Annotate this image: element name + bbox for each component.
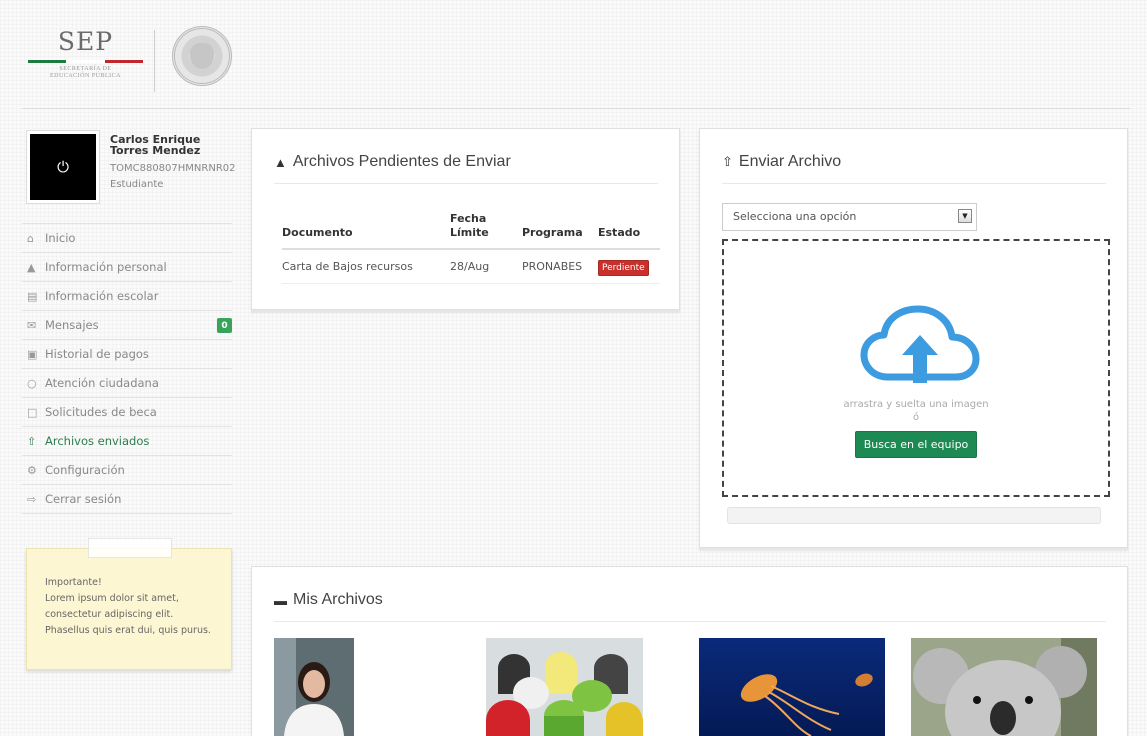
column-header: Programa <box>522 209 598 250</box>
sep-logo-subtitle-2: EDUCACIÓN PÚBLICA <box>49 73 121 79</box>
sidebar-item-label: Historial de pagos <box>45 347 149 361</box>
file-thumbnail-koala[interactable] <box>911 638 1097 736</box>
upload-icon: ⇧ <box>722 154 733 169</box>
sep-logo-text: SEP <box>57 27 114 56</box>
profile-name: Carlos Enrique Torres Mendez <box>110 133 201 157</box>
sep-logo-bars <box>28 60 143 63</box>
card-divider <box>274 621 1106 622</box>
pending-files-table: Documento Fecha Límite Programa Estado C… <box>282 209 660 284</box>
column-header: Estado <box>598 209 660 250</box>
cogs-icon: ⚙ <box>27 463 37 477</box>
note-line: consectetur adipiscing elit. <box>45 609 174 620</box>
mexico-seal-icon <box>172 26 232 86</box>
page-header: SEP SECRETARÍA DE EDUCACIÓN PÚBLICA <box>0 0 1147 110</box>
column-header: Fecha Límite <box>450 209 522 250</box>
file-thumbnail-photo[interactable] <box>274 638 354 736</box>
my-files-title-text: Mis Archivos <box>293 591 383 608</box>
card-divider <box>274 183 658 184</box>
dropzone-or: ó <box>912 412 920 423</box>
messages-count-badge: 0 <box>217 318 232 333</box>
sidebar-item-informacion-escolar[interactable]: ▤ Información escolar <box>22 282 232 311</box>
sidebar-item-label: Cerrar sesión <box>45 492 122 506</box>
sign-out-icon: ⇨ <box>27 492 37 506</box>
upload-file-title: ⇧ Enviar Archivo <box>722 153 841 171</box>
sidebar-item-solicitudes-beca[interactable]: □ Solicitudes de beca <box>22 398 232 427</box>
book-icon: ▤ <box>27 289 38 303</box>
status-badge: Perdiente <box>598 260 649 276</box>
sidebar-item-cerrar-sesion[interactable]: ⇨ Cerrar sesión <box>22 485 232 514</box>
power-icon: ⏻ <box>57 158 69 176</box>
card-divider <box>722 183 1106 184</box>
header-divider <box>22 108 1130 109</box>
file-thumbnail-android[interactable] <box>486 638 643 736</box>
sidebar-item-atencion-ciudadana[interactable]: ○ Atención ciudadana <box>22 369 232 398</box>
sticky-note: Importante! Lorem ipsum dolor sit amet, … <box>26 548 232 670</box>
cell-documento: Carta de Bajos recursos <box>282 249 450 284</box>
comments-icon: ○ <box>27 376 37 390</box>
browse-files-button[interactable]: Busca en el equipo <box>855 431 977 458</box>
warning-icon: ▲ <box>274 154 287 170</box>
upload-file-title-text: Enviar Archivo <box>738 153 842 170</box>
cell-estado: Perdiente <box>598 249 660 284</box>
note-line: Phasellus quis erat dui, quis purus. <box>45 625 211 636</box>
upload-file-card: ⇧ Enviar Archivo Selecciona una opción ▼… <box>699 128 1128 548</box>
sidebar-item-label: Solicitudes de beca <box>45 405 157 419</box>
select-value: Selecciona una opción <box>733 210 857 223</box>
cell-programa: PRONABES <box>522 249 598 284</box>
sidebar-item-label: Información personal <box>45 260 167 274</box>
folder-open-icon: ▬ <box>274 592 287 608</box>
sidebar-item-label: Configuración <box>45 463 125 477</box>
sidebar-nav: ⌂ Inicio ▲ Información personal ▤ Inform… <box>22 223 232 514</box>
profile-role: Estudiante <box>110 179 164 190</box>
sidebar-item-label: Inicio <box>45 231 76 245</box>
table-row[interactable]: Carta de Bajos recursos 28/Aug PRONABES … <box>282 249 660 284</box>
document-type-select[interactable]: Selecciona una opción ▼ <box>722 203 977 231</box>
user-icon: ▲ <box>27 260 36 274</box>
profile-id: TOMC880807HMNRNR02 <box>110 163 236 174</box>
cloud-upload-icon <box>860 305 980 387</box>
my-files-title: ▬ Mis Archivos <box>274 591 383 609</box>
envelope-icon: ✉ <box>27 318 37 332</box>
sidebar-item-label: Atención ciudadana <box>45 376 159 390</box>
sidebar-item-mensajes[interactable]: ✉ Mensajes 0 <box>22 311 232 340</box>
sep-logo-subtitle-1: SECRETARÍA DE <box>59 66 112 72</box>
avatar[interactable]: ⏻ <box>27 131 99 203</box>
pending-files-card: ▲ Archivos Pendientes de Enviar Document… <box>251 128 680 310</box>
sidebar-item-inicio[interactable]: ⌂ Inicio <box>22 224 232 253</box>
pending-files-title-text: Archivos Pendientes de Enviar <box>292 153 511 170</box>
cell-fecha: 28/Aug <box>450 249 522 284</box>
logo-divider <box>154 30 155 92</box>
file-dropzone[interactable]: arrastra y suelta una imagen ó Busca en … <box>722 239 1110 497</box>
file-thumbnail-jellyfish[interactable] <box>699 638 885 736</box>
sidebar-item-historial-pagos[interactable]: ▣ Historial de pagos <box>22 340 232 369</box>
home-icon: ⌂ <box>27 231 34 245</box>
note-tape <box>88 538 172 558</box>
dropzone-instructions: arrastra y suelta una imagen <box>843 399 989 410</box>
note-line: Lorem ipsum dolor sit amet, <box>45 593 179 604</box>
sep-logo[interactable]: SEP SECRETARÍA DE EDUCACIÓN PÚBLICA <box>28 28 143 98</box>
note-line: Importante! <box>45 577 102 588</box>
upload-icon: ⇧ <box>27 434 37 448</box>
sidebar-item-label: Archivos enviados <box>45 434 150 448</box>
column-header: Documento <box>282 209 450 250</box>
sidebar-item-label: Información escolar <box>45 289 159 303</box>
sidebar-item-configuracion[interactable]: ⚙ Configuración <box>22 456 232 485</box>
money-icon: ▣ <box>27 347 38 361</box>
sidebar-item-label: Mensajes <box>45 318 99 332</box>
sidebar-item-archivos-enviados[interactable]: ⇧ Archivos enviados <box>22 427 232 456</box>
sidebar-item-informacion-personal[interactable]: ▲ Información personal <box>22 253 232 282</box>
file-icon: □ <box>27 405 38 419</box>
upload-progress-bar <box>727 507 1101 524</box>
pending-files-title: ▲ Archivos Pendientes de Enviar <box>274 153 511 171</box>
chevron-down-icon[interactable]: ▼ <box>958 209 972 223</box>
